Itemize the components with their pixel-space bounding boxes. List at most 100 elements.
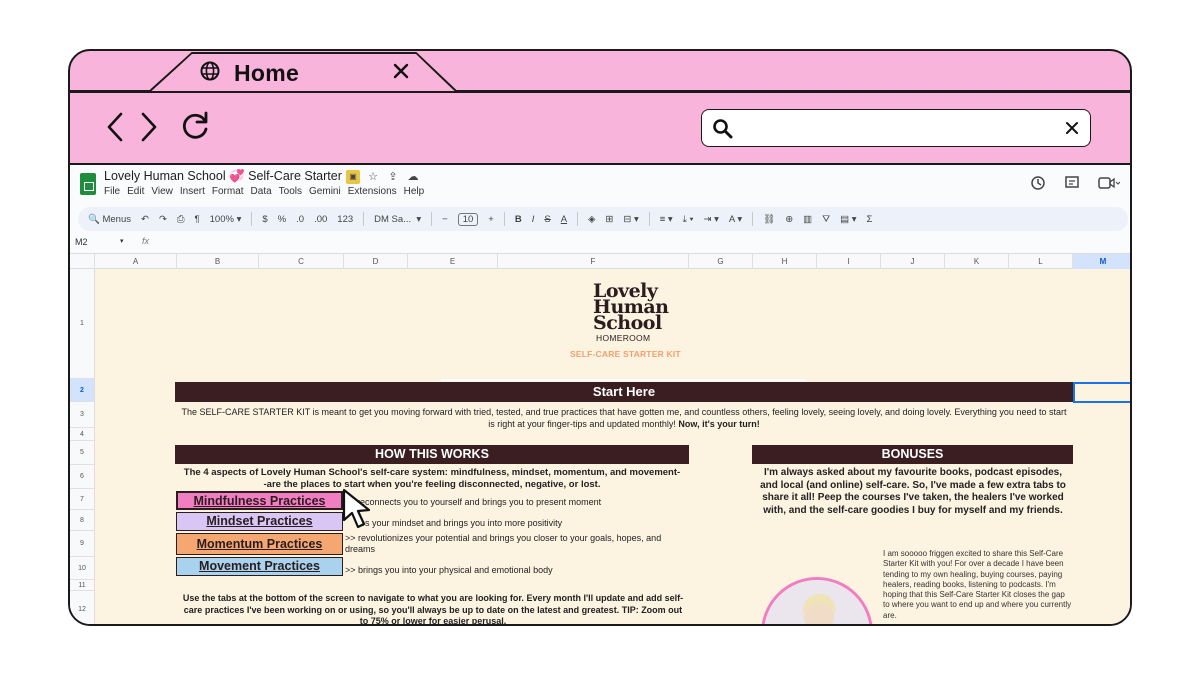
menu-gemini[interactable]: Gemini	[309, 186, 341, 197]
name-box-dropdown-icon[interactable]: ▾	[120, 237, 124, 245]
row-6[interactable]: 6	[70, 465, 94, 489]
row-7[interactable]: 7	[70, 489, 94, 510]
forward-icon[interactable]	[138, 111, 160, 148]
row-5[interactable]: 5	[70, 441, 94, 465]
move-icon[interactable]: ⇪	[386, 170, 400, 184]
momentum-practices-link[interactable]: Momentum Practices	[176, 533, 343, 555]
active-tab-shape	[70, 52, 1130, 92]
valign-icon[interactable]: ⤓ ▾	[683, 214, 694, 225]
column-f[interactable]: F	[498, 254, 689, 269]
cloud-icon[interactable]: ☁	[406, 170, 420, 184]
mindfulness-practices-link[interactable]: Mindfulness Practices	[176, 491, 343, 510]
sheets-toolbar: 🔍 Menus ↶ ↷ ⎙ ¶ 100% ▾ $ % .0 .00 123 DM…	[78, 207, 1128, 231]
menu-format[interactable]: Format	[212, 186, 244, 197]
row-9[interactable]: 9	[70, 531, 94, 557]
column-c[interactable]: C	[259, 254, 344, 269]
menu-edit[interactable]: Edit	[127, 186, 144, 197]
row-12[interactable]: 12	[70, 591, 94, 624]
text-color-button[interactable]: A	[561, 214, 567, 225]
column-e[interactable]: E	[408, 254, 498, 269]
link-icon[interactable]: ⛓	[763, 214, 775, 225]
print-icon[interactable]: ⎙	[177, 214, 185, 225]
comments-icon[interactable]	[1064, 175, 1080, 196]
document-title[interactable]: Lovely Human School 💞 Self-Care Starter …	[104, 169, 360, 184]
history-icon[interactable]	[1030, 175, 1046, 196]
column-header: A B C D E F G H I J K L M	[70, 253, 1130, 269]
search-icon	[712, 118, 734, 145]
menu-data[interactable]: Data	[251, 186, 272, 197]
rotate-icon[interactable]: A ▾	[729, 214, 742, 225]
column-k[interactable]: K	[945, 254, 1009, 269]
bold-button[interactable]: B	[515, 214, 522, 225]
font-size-input[interactable]: 10	[457, 212, 479, 226]
sheet-grid[interactable]: Lovely Human School HOMEROOM SELF-CARE S…	[95, 269, 1130, 624]
menu-help[interactable]: Help	[404, 186, 425, 197]
borders-icon[interactable]: ⊞	[605, 214, 613, 225]
select-all-corner[interactable]	[70, 254, 95, 269]
folder-tag-icon[interactable]: ▣	[346, 170, 360, 184]
menu-insert[interactable]: Insert	[180, 186, 205, 197]
filter-icon[interactable]: ⛛	[822, 214, 830, 225]
increase-decimal-button[interactable]: .00	[314, 214, 327, 225]
selected-cell-m2[interactable]	[1073, 382, 1130, 403]
comment-icon[interactable]: ⊕	[785, 214, 793, 225]
percent-button[interactable]: %	[278, 214, 286, 225]
fill-color-icon[interactable]: ◈	[588, 214, 595, 225]
column-m[interactable]: M	[1073, 254, 1130, 269]
row-3[interactable]: 3	[70, 402, 94, 428]
movement-practices-link[interactable]: Movement Practices	[176, 557, 343, 576]
start-here-banner: Start Here	[175, 382, 1073, 402]
movement-description: >> brings you into your physical and emo…	[345, 565, 553, 575]
star-icon[interactable]: ☆	[366, 170, 380, 184]
functions-button[interactable]: Σ	[867, 214, 873, 225]
menu-file[interactable]: File	[104, 186, 120, 197]
address-bar[interactable]	[701, 109, 1091, 147]
column-i[interactable]: I	[817, 254, 881, 269]
column-h[interactable]: H	[753, 254, 817, 269]
undo-icon[interactable]: ↶	[141, 214, 149, 225]
clear-icon[interactable]	[1064, 120, 1080, 141]
menu-view[interactable]: View	[151, 186, 173, 197]
chart-icon[interactable]: ▥	[803, 214, 812, 225]
redo-icon[interactable]: ↷	[159, 214, 167, 225]
column-l[interactable]: L	[1009, 254, 1073, 269]
column-a[interactable]: A	[95, 254, 177, 269]
row-11[interactable]: 11	[70, 580, 94, 591]
column-j[interactable]: J	[881, 254, 945, 269]
reload-icon[interactable]	[180, 109, 212, 146]
name-box[interactable]: M2	[75, 237, 88, 247]
filter-views-icon[interactable]: ▤ ▾	[840, 214, 856, 225]
number-format-button[interactable]: 123	[337, 214, 353, 225]
zoom-select[interactable]: 100% ▾	[210, 214, 242, 225]
row-10[interactable]: 10	[70, 557, 94, 580]
close-icon[interactable]	[392, 62, 410, 85]
sheets-logo-icon[interactable]	[80, 173, 96, 195]
font-select[interactable]: DM Sa... ▾	[374, 214, 421, 225]
currency-button[interactable]: $	[262, 214, 267, 225]
row-8[interactable]: 8	[70, 510, 94, 531]
back-icon[interactable]	[104, 111, 126, 148]
decrease-decimal-button[interactable]: .0	[296, 214, 304, 225]
italic-button[interactable]: I	[532, 214, 535, 225]
wrap-icon[interactable]: ⇥ ▾	[704, 214, 719, 225]
meet-icon[interactable]	[1098, 175, 1121, 196]
font-size-decrease[interactable]: −	[442, 214, 448, 225]
column-g[interactable]: G	[689, 254, 753, 269]
row-1[interactable]: 1	[70, 269, 94, 379]
mindset-practices-link[interactable]: Mindset Practices	[176, 512, 343, 531]
row-2[interactable]: 2	[70, 379, 94, 402]
font-size-increase[interactable]: +	[488, 214, 494, 225]
brand-line-3: School	[593, 312, 662, 334]
menus-search[interactable]: 🔍 Menus	[88, 214, 131, 225]
menu-extensions[interactable]: Extensions	[348, 186, 397, 197]
column-b[interactable]: B	[177, 254, 259, 269]
align-icon[interactable]: ≡ ▾	[660, 214, 673, 225]
merge-cells-icon[interactable]: ⊟ ▾	[623, 214, 638, 225]
column-d[interactable]: D	[344, 254, 408, 269]
row-4[interactable]: 4	[70, 428, 94, 441]
menu-tools[interactable]: Tools	[279, 186, 302, 197]
tab-title[interactable]: Home	[234, 60, 299, 87]
strikethrough-button[interactable]: S	[544, 214, 550, 225]
momentum-description: >> revolutionizes your potential and bri…	[345, 533, 662, 554]
paint-format-icon[interactable]: ¶	[195, 214, 200, 225]
